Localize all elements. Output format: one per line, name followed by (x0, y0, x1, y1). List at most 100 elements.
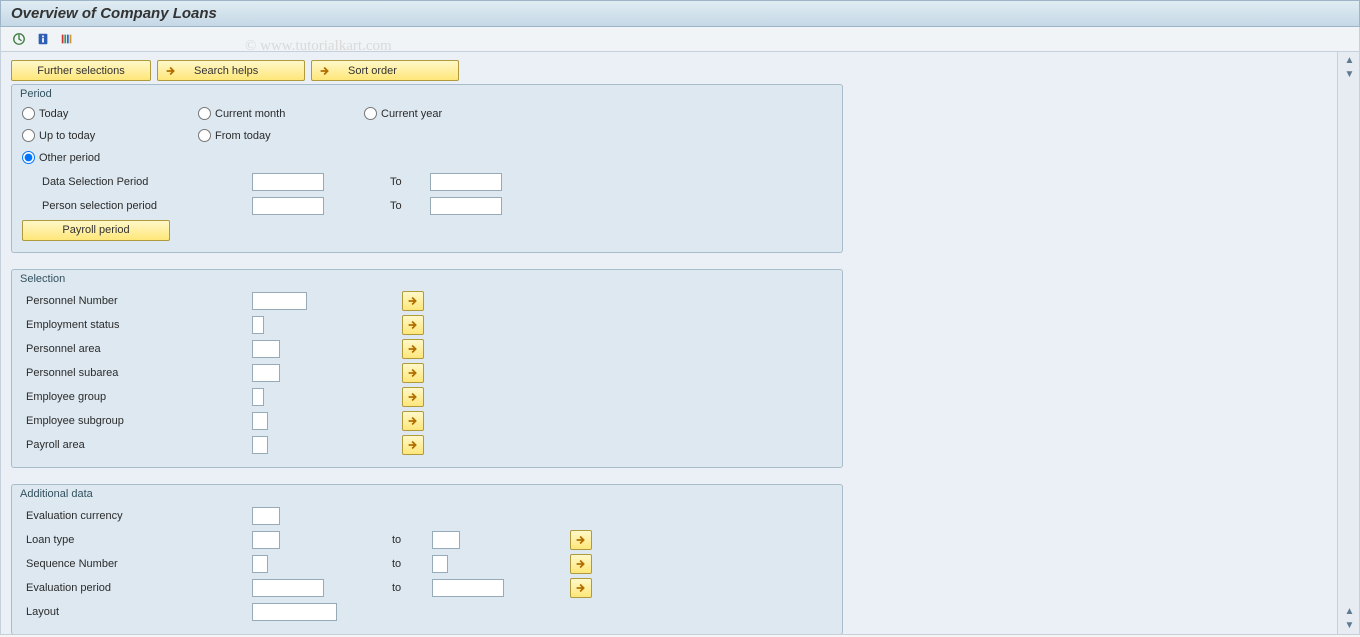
arrow-right-icon (406, 366, 420, 380)
info-icon[interactable] (35, 31, 51, 47)
scroll-down-bottom-icon[interactable]: ▼ (1342, 619, 1357, 632)
arrow-right-icon (574, 557, 588, 571)
person-selection-to-input[interactable] (430, 197, 502, 215)
additional-legend: Additional data (12, 485, 842, 500)
selection-field-input[interactable] (252, 388, 264, 406)
selection-multi-button[interactable] (402, 315, 424, 335)
scroll-up-icon[interactable]: ▲ (1342, 54, 1357, 67)
search-helps-label: Search helps (194, 65, 258, 77)
title-text: Overview of Company Loans (11, 5, 217, 22)
eval-currency-input[interactable] (252, 507, 280, 525)
selection-field-input[interactable] (252, 364, 280, 382)
radio-current-month[interactable]: Current month (198, 107, 285, 120)
selection-row: Personnel subarea (22, 361, 832, 385)
arrow-right-icon (406, 390, 420, 404)
selection-row: Payroll area (22, 433, 832, 457)
selection-field-label: Payroll area (22, 439, 252, 451)
additional-group: Additional data Evaluation currency Loan… (11, 484, 843, 634)
person-selection-from-input[interactable] (252, 197, 324, 215)
data-selection-to-label: To (390, 176, 430, 188)
main-area: Further selections Search helps Sort ord… (0, 52, 1360, 635)
selection-field-input[interactable] (252, 412, 268, 430)
data-selection-to-input[interactable] (430, 173, 502, 191)
arrow-right-icon (406, 414, 420, 428)
arrow-right-icon (164, 64, 178, 78)
selection-group: Selection Personnel Number Employment sta… (11, 269, 843, 468)
loan-type-to-label: to (392, 534, 432, 546)
loan-type-to-input[interactable] (432, 531, 460, 549)
eval-period-from-input[interactable] (252, 579, 324, 597)
selection-field-label: Employee group (22, 391, 252, 403)
selection-multi-button[interactable] (402, 435, 424, 455)
loan-type-label: Loan type (22, 534, 252, 546)
selection-field-input[interactable] (252, 292, 307, 310)
scroll-up-bottom-icon[interactable]: ▲ (1342, 605, 1357, 618)
further-selections-button[interactable]: Further selections (11, 60, 151, 81)
seq-number-to-input[interactable] (432, 555, 448, 573)
toolbar (0, 27, 1360, 52)
arrow-right-icon (574, 533, 588, 547)
sort-order-label: Sort order (348, 65, 397, 77)
eval-period-multi-button[interactable] (570, 578, 592, 598)
selection-multi-button[interactable] (402, 363, 424, 383)
selection-row: Personnel area (22, 337, 832, 361)
seq-number-multi-button[interactable] (570, 554, 592, 574)
payroll-period-label: Payroll period (62, 224, 129, 236)
selection-multi-button[interactable] (402, 411, 424, 431)
seq-number-label: Sequence Number (22, 558, 252, 570)
eval-period-label: Evaluation period (22, 582, 252, 594)
selection-field-label: Personnel area (22, 343, 252, 355)
selection-multi-button[interactable] (402, 339, 424, 359)
eval-period-to-input[interactable] (432, 579, 504, 597)
radio-other-period[interactable]: Other period (22, 151, 100, 164)
selection-field-label: Personnel Number (22, 295, 252, 307)
payroll-period-button[interactable]: Payroll period (22, 220, 170, 241)
radio-from-today[interactable]: From today (198, 129, 271, 142)
right-gutter: ▲ ▼ ▲ ▼ (1337, 52, 1359, 634)
period-legend: Period (12, 85, 842, 100)
radio-up-to-today[interactable]: Up to today (22, 129, 95, 142)
eval-period-to-label: to (392, 582, 432, 594)
further-selections-label: Further selections (37, 65, 124, 77)
selection-row: Employee group (22, 385, 832, 409)
selection-legend: Selection (12, 270, 842, 285)
content: Further selections Search helps Sort ord… (1, 52, 1337, 634)
radio-current-year[interactable]: Current year (364, 107, 442, 120)
selection-field-input[interactable] (252, 340, 280, 358)
person-selection-label: Person selection period (22, 200, 252, 212)
selection-field-label: Employment status (22, 319, 252, 331)
person-selection-to-label: To (390, 200, 430, 212)
layout-label: Layout (22, 606, 252, 618)
selection-row: Employee subgroup (22, 409, 832, 433)
arrow-right-icon (318, 64, 332, 78)
seq-number-from-input[interactable] (252, 555, 268, 573)
loan-type-from-input[interactable] (252, 531, 280, 549)
scroll-down-icon[interactable]: ▼ (1342, 68, 1357, 81)
action-row: Further selections Search helps Sort ord… (11, 60, 1327, 81)
data-selection-from-input[interactable] (252, 173, 324, 191)
page-title: Overview of Company Loans (0, 0, 1360, 27)
layout-input[interactable] (252, 603, 337, 621)
selection-multi-button[interactable] (402, 291, 424, 311)
eval-currency-label: Evaluation currency (22, 510, 252, 522)
radio-today[interactable]: Today (22, 107, 68, 120)
selection-multi-button[interactable] (402, 387, 424, 407)
period-group: Period Today Current month Current year … (11, 84, 843, 253)
selection-field-label: Employee subgroup (22, 415, 252, 427)
search-helps-button[interactable]: Search helps (157, 60, 305, 81)
arrow-right-icon (406, 438, 420, 452)
selection-field-input[interactable] (252, 436, 268, 454)
arrow-right-icon (406, 294, 420, 308)
selection-field-label: Personnel subarea (22, 367, 252, 379)
selection-row: Personnel Number (22, 289, 832, 313)
seq-number-to-label: to (392, 558, 432, 570)
selection-row: Employment status (22, 313, 832, 337)
loan-type-multi-button[interactable] (570, 530, 592, 550)
data-selection-label: Data Selection Period (22, 176, 252, 188)
selection-field-input[interactable] (252, 316, 264, 334)
arrow-right-icon (406, 318, 420, 332)
bars-icon[interactable] (59, 31, 75, 47)
execute-icon[interactable] (11, 31, 27, 47)
arrow-right-icon (406, 342, 420, 356)
sort-order-button[interactable]: Sort order (311, 60, 459, 81)
